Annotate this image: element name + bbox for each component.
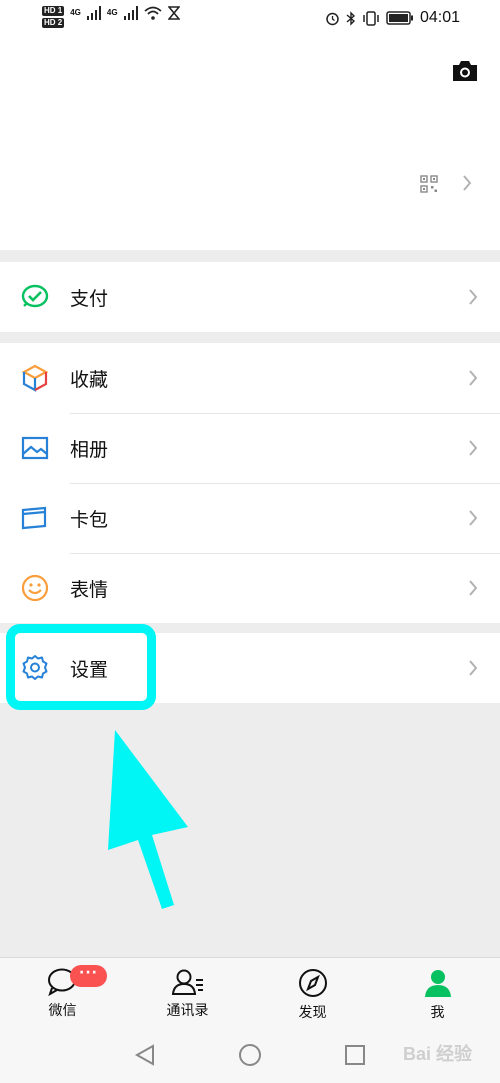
tab-label-discover: 发现 [298, 1005, 327, 1021]
tab-discover[interactable]: 发现 [250, 958, 375, 1027]
annotation-arrow-icon [108, 730, 188, 909]
tab-me[interactable]: 我 [375, 958, 500, 1027]
watermark: Bai 经验 [402, 1044, 472, 1064]
tab-contacts[interactable]: 通讯录 [125, 958, 250, 1027]
compass-icon [298, 969, 327, 997]
unread-badge: ··· [70, 965, 107, 987]
home-icon[interactable] [237, 1042, 263, 1068]
person-icon [424, 970, 451, 997]
bottom-tab-bar: ··· 微信 通讯录 发现 我 [0, 957, 500, 1027]
tab-label-me: 我 [430, 1005, 445, 1021]
tab-chats[interactable]: ··· 微信 [0, 958, 125, 1027]
recents-icon[interactable] [343, 1043, 367, 1067]
contacts-icon [171, 969, 203, 995]
tab-label-chats: 微信 [48, 1003, 77, 1019]
back-icon[interactable] [133, 1043, 157, 1067]
tab-label-contacts: 通讯录 [166, 1003, 209, 1019]
